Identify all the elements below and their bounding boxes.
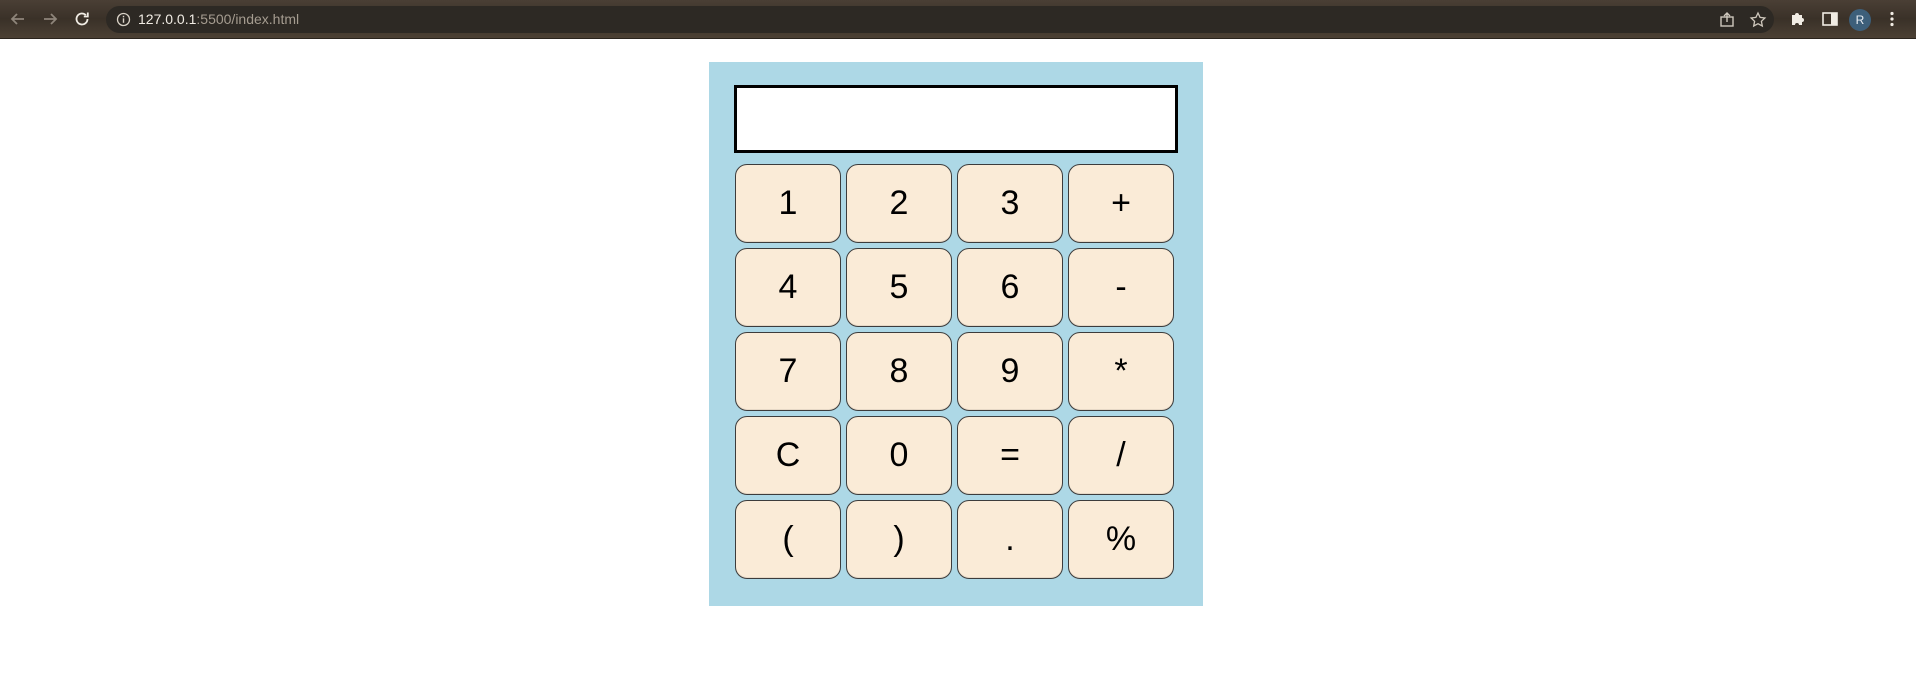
star-icon[interactable] xyxy=(1749,11,1767,29)
calculator: 1 2 3 +4 5 6- 7 8 9 * C 0 = / ().% xyxy=(709,62,1203,606)
share-icon[interactable] xyxy=(1718,11,1736,29)
key-decimal[interactable]: . xyxy=(957,500,1063,579)
key-9[interactable]: 9 xyxy=(957,332,1063,411)
keypad: 1 2 3 +4 5 6- 7 8 9 * C 0 = / ().% xyxy=(735,164,1177,579)
key-7[interactable]: 7 xyxy=(735,332,841,411)
key-2[interactable]: 2 xyxy=(846,164,952,243)
key-5[interactable]: 5 xyxy=(846,248,952,327)
key-close-paren[interactable]: ) xyxy=(846,500,952,579)
kebab-menu-icon[interactable] xyxy=(1882,9,1902,29)
key-clear[interactable]: C xyxy=(735,416,841,495)
key-open-paren[interactable]: ( xyxy=(735,500,841,579)
key-1[interactable]: 1 xyxy=(735,164,841,243)
avatar[interactable]: R xyxy=(1849,9,1871,31)
key-divide[interactable]: / xyxy=(1068,416,1174,495)
browser-toolbar: 127.0.0.1:5500/index.html R xyxy=(0,0,1916,39)
forward-arrow-icon[interactable] xyxy=(39,8,61,30)
key-8[interactable]: 8 xyxy=(846,332,952,411)
address-bar[interactable]: 127.0.0.1:5500/index.html xyxy=(106,6,1774,33)
url-text: 127.0.0.1:5500/index.html xyxy=(138,11,299,28)
side-panel-icon[interactable] xyxy=(1820,9,1840,29)
key-percent[interactable]: % xyxy=(1068,500,1174,579)
key-equals[interactable]: = xyxy=(957,416,1063,495)
key-plus[interactable]: + xyxy=(1068,164,1174,243)
key-3[interactable]: 3 xyxy=(957,164,1063,243)
extensions-puzzle-icon[interactable] xyxy=(1788,9,1808,29)
info-icon[interactable] xyxy=(116,12,131,27)
key-0[interactable]: 0 xyxy=(846,416,952,495)
back-arrow-icon[interactable] xyxy=(7,8,29,30)
key-minus[interactable]: - xyxy=(1068,248,1174,327)
key-6[interactable]: 6 xyxy=(957,248,1063,327)
key-4[interactable]: 4 xyxy=(735,248,841,327)
url-host: 127.0.0.1 xyxy=(138,11,197,27)
url-path: :5500/index.html xyxy=(196,11,300,27)
reload-icon[interactable] xyxy=(71,8,93,30)
display-input[interactable] xyxy=(734,85,1178,153)
key-multiply[interactable]: * xyxy=(1068,332,1174,411)
